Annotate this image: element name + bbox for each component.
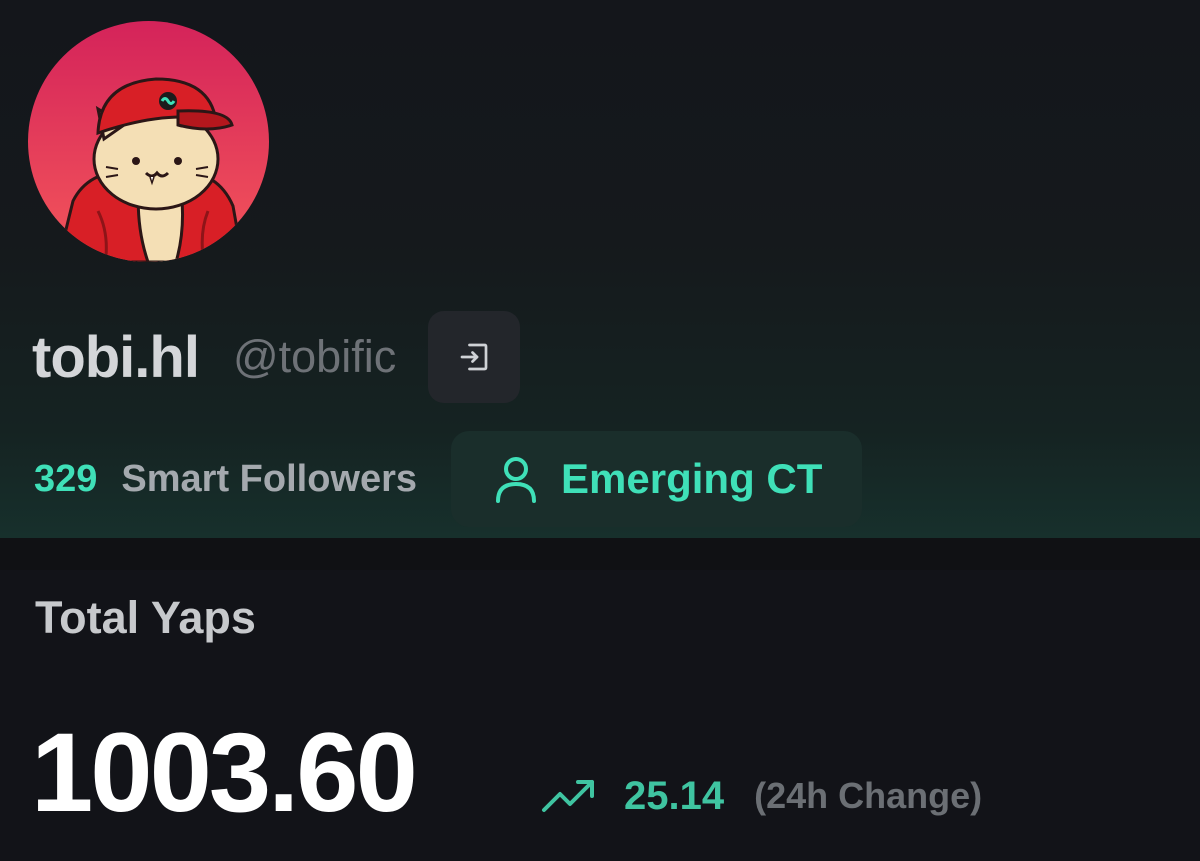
display-name: tobi.hl (32, 324, 200, 390)
tier-label: Emerging CT (561, 455, 823, 502)
tier-badge[interactable]: Emerging CT (451, 431, 863, 527)
user-icon (496, 457, 537, 503)
login-icon (460, 343, 488, 371)
smart-followers-label: Smart Followers (121, 457, 418, 500)
user-handle[interactable]: @tobific (233, 331, 396, 383)
section-divider (0, 538, 1200, 570)
change-row: 25.14 (24h Change) (540, 768, 982, 824)
name-row: tobi.hl @tobific (32, 310, 521, 404)
total-yaps-value: 1003.60 (31, 710, 418, 835)
change-period-label: (24h Change) (754, 775, 983, 816)
trending-up-icon (542, 780, 594, 812)
smart-followers-count: 329 (34, 457, 98, 500)
change-value: 25.14 (624, 773, 725, 818)
profile-card: tobi.hl @tobific 329 Smart Followers Eme… (0, 0, 1200, 538)
followers-row: 329 Smart Followers Emerging CT (34, 431, 863, 527)
login-button[interactable] (428, 311, 521, 403)
total-yaps-title: Total Yaps (35, 592, 256, 643)
cat-in-red-cap-avatar-icon (28, 21, 269, 262)
avatar[interactable] (28, 21, 269, 262)
